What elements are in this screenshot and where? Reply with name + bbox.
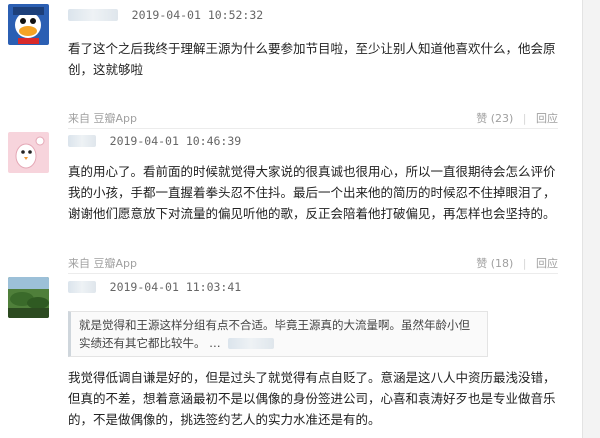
quoted-reply: 就是觉得和王源这样分组有点不合适。毕竟王源真的大流量啊。虽然年龄小但实绩还有其它… [68, 311, 488, 357]
comment-text: 真的用心了。看前面的时候就觉得大家说的很真诚也很用心，所以一直很期待会怎么评价我… [68, 164, 556, 221]
reply-button[interactable]: 回应 [536, 112, 558, 125]
comment-footer: 来自 豆瓣App 赞 (23) | 回应 [68, 110, 558, 125]
username-redacted[interactable] [68, 8, 118, 21]
comment-footer: 来自 豆瓣App 赞 (18) | 回应 [68, 255, 558, 270]
reply-button[interactable]: 回应 [536, 257, 558, 270]
comment-time: 2019-04-01 10:52:32 [131, 7, 264, 22]
quoted-username-redacted[interactable] [228, 338, 275, 349]
comment-item: 2019-04-01 11:03:41 就是觉得和王源这样分组有点不合适。毕竟王… [0, 275, 560, 438]
quoted-text: 就是觉得和王源这样分组有点不合适。毕竟王源真的大流量啊。虽然年龄小但实绩还有其它… [79, 318, 470, 350]
comment-item: 2019-04-01 10:52:32 看了这个之后我终于理解王源为什么要参加节… [0, 0, 560, 150]
comment-header: 2019-04-01 10:52:32 [68, 7, 264, 22]
comment-header: 2019-04-01 11:03:41 [68, 279, 242, 294]
comment-time: 2019-04-01 11:03:41 [109, 279, 242, 294]
username-redacted[interactable] [68, 280, 96, 293]
username-redacted[interactable] [68, 134, 96, 147]
like-button[interactable]: 赞 (23) [476, 112, 513, 125]
avatar[interactable] [8, 4, 49, 45]
like-button[interactable]: 赞 (18) [476, 257, 513, 270]
comment-text: 我觉得低调自谦是好的，但是过头了就觉得有点自贬了。意涵是这八人中资历最浅没错，但… [68, 370, 556, 427]
duck-avatar-icon [8, 4, 49, 45]
goose-avatar-icon [8, 132, 49, 173]
comment-source: 来自 豆瓣App [68, 112, 137, 125]
landscape-avatar-icon [8, 277, 49, 318]
divider-bar: | [522, 112, 527, 125]
scrollbar[interactable] [582, 0, 600, 438]
comment-divider [68, 128, 558, 129]
comment-item: 2019-04-01 10:46:39 真的用心了。看前面的时候就觉得大家说的很… [0, 130, 560, 274]
avatar[interactable] [8, 132, 49, 173]
comment-text: 看了这个之后我终于理解王源为什么要参加节目啦，至少让别人知道他喜欢什么，他会原创… [68, 41, 556, 77]
comment-time: 2019-04-01 10:46:39 [109, 133, 242, 148]
comment-source: 来自 豆瓣App [68, 257, 137, 270]
comment-divider [68, 273, 558, 274]
divider-bar: | [522, 257, 527, 270]
comment-header: 2019-04-01 10:46:39 [68, 133, 242, 148]
avatar[interactable] [8, 277, 49, 318]
